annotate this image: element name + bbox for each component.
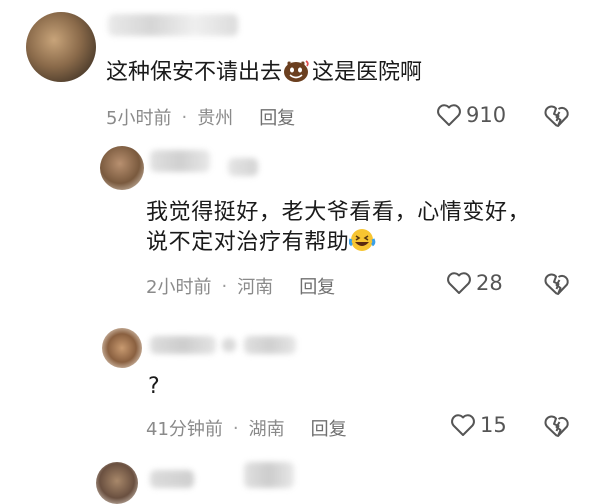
comment-text-line-1: 我觉得挺好，老大爷看看，心情变好， bbox=[146, 200, 531, 225]
separator-dot: · bbox=[221, 275, 228, 297]
reply-button[interactable]: 回复 bbox=[259, 104, 295, 130]
separator-dot: · bbox=[232, 417, 239, 439]
comment-meta: 5小时前 · 贵州 回复 bbox=[106, 104, 295, 130]
comment-text-part: 说不定对治疗有帮助 bbox=[146, 230, 350, 255]
dislike-button[interactable] bbox=[543, 414, 571, 438]
comment-time: 41分钟前 bbox=[146, 419, 223, 440]
comment-list: 这种保安不请出去 这是医院啊 5小时前 · 贵州 回复 910 我觉得挺好，老大… bbox=[0, 0, 600, 504]
like-count: 15 bbox=[480, 413, 507, 437]
username-blurred[interactable] bbox=[150, 150, 210, 172]
heart-outline-icon bbox=[437, 104, 461, 126]
reply-arrow-blurred bbox=[222, 338, 236, 352]
laughing-crying-emoji bbox=[349, 227, 377, 264]
avatar[interactable] bbox=[102, 328, 142, 368]
heart-outline-icon bbox=[447, 272, 471, 294]
broken-heart-icon bbox=[544, 105, 569, 127]
like-button[interactable]: 910 bbox=[436, 103, 506, 127]
laughing-devil-emoji bbox=[282, 57, 312, 94]
comment-text: ? bbox=[148, 374, 160, 399]
avatar[interactable] bbox=[100, 146, 144, 190]
username-blurred[interactable] bbox=[150, 336, 216, 354]
separator-dot: · bbox=[181, 106, 188, 128]
comment-location: 河南 bbox=[237, 277, 274, 298]
heart-outline-icon bbox=[451, 414, 475, 436]
comment-text-part: 这种保安不请出去 bbox=[106, 60, 283, 85]
comment-meta: 41分钟前 · 湖南 回复 bbox=[146, 415, 347, 441]
comment-text: 这种保安不请出去 这是医院啊 bbox=[106, 56, 422, 94]
comment-meta: 2小时前 · 河南 回复 bbox=[146, 273, 335, 299]
reply-button[interactable]: 回复 bbox=[299, 273, 335, 299]
comment-location: 贵州 bbox=[197, 108, 234, 129]
username-blurred[interactable] bbox=[108, 14, 238, 36]
avatar[interactable] bbox=[26, 12, 96, 82]
comment-location: 湖南 bbox=[248, 419, 285, 440]
like-count: 910 bbox=[466, 103, 507, 127]
avatar[interactable] bbox=[96, 462, 138, 504]
comment-time: 2小时前 bbox=[146, 277, 212, 298]
reply-button[interactable]: 回复 bbox=[311, 415, 347, 441]
broken-heart-icon bbox=[544, 273, 569, 295]
comment-text-line-2: 说不定对治疗有帮助 bbox=[146, 226, 377, 264]
reply-target-blurred[interactable] bbox=[244, 336, 296, 354]
dislike-button[interactable] bbox=[543, 272, 571, 296]
comment-text-part: 这是医院啊 bbox=[312, 60, 423, 85]
comment-time: 5小时前 bbox=[106, 108, 172, 129]
reply-target-blurred[interactable] bbox=[244, 462, 294, 488]
like-count: 28 bbox=[476, 271, 503, 295]
like-button[interactable]: 28 bbox=[446, 271, 503, 295]
dislike-button[interactable] bbox=[543, 104, 571, 128]
broken-heart-icon bbox=[544, 415, 569, 437]
username-blurred[interactable] bbox=[150, 470, 194, 488]
like-button[interactable]: 15 bbox=[450, 413, 507, 437]
reply-target-blurred[interactable] bbox=[228, 158, 258, 176]
